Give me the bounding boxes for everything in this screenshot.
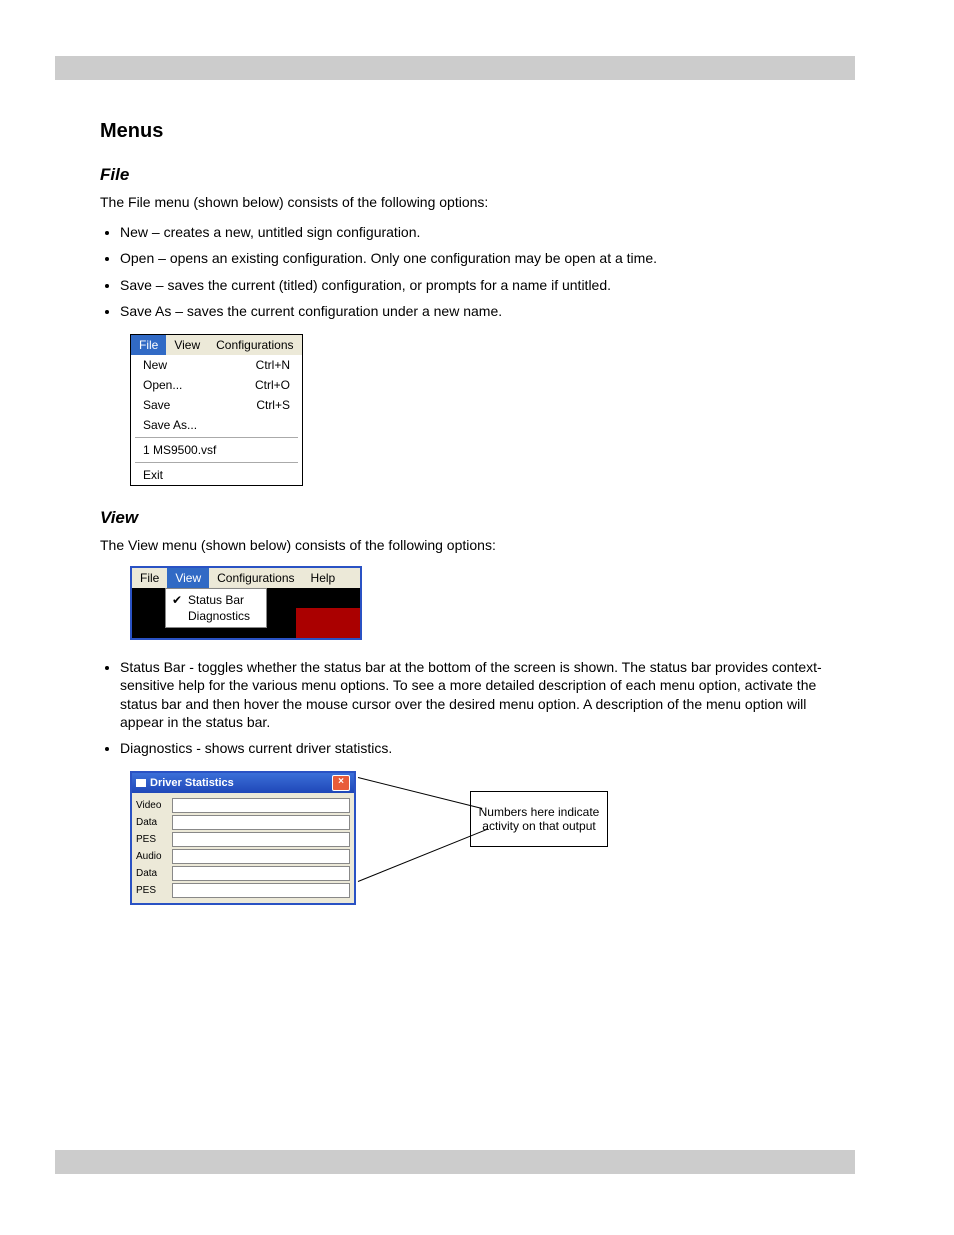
driver-stats-figure: Driver Statistics × Video Data PES <box>130 771 650 921</box>
driver-stats-title: Driver Statistics <box>150 777 234 789</box>
driver-label-audio: Audio <box>136 851 172 862</box>
logo-fragment <box>296 608 360 638</box>
view-menu-bar-file[interactable]: File <box>132 568 167 588</box>
file-item-recent[interactable]: 1 MS9500.vsf <box>131 440 302 460</box>
driver-field-data1 <box>172 815 350 830</box>
file-item-recent-label: 1 MS9500.vsf <box>143 443 216 457</box>
file-item-exit[interactable]: Exit <box>131 465 302 485</box>
view-item-diagnostics[interactable]: Diagnostics <box>166 608 266 624</box>
file-bullet-saveas: Save As – saves the current configuratio… <box>120 302 840 320</box>
subheading-file: File <box>100 165 840 185</box>
callout-line-2 <box>358 829 488 882</box>
file-menu-separator-2 <box>135 462 298 463</box>
file-bullet-list: New – creates a new, untitled sign confi… <box>120 223 840 320</box>
driver-label-pes2: PES <box>136 885 172 896</box>
check-icon: ✔ <box>172 593 182 607</box>
driver-row-video: Video <box>136 798 350 813</box>
footer-bar <box>55 1150 855 1174</box>
driver-stats-dialog: Driver Statistics × Video Data PES <box>130 771 356 905</box>
file-item-new-accel: Ctrl+N <box>256 358 290 372</box>
file-item-exit-label: Exit <box>143 468 163 482</box>
driver-field-data2 <box>172 866 350 881</box>
driver-label-data1: Data <box>136 817 172 828</box>
driver-field-pes1 <box>172 832 350 847</box>
view-item-statusbar-label: Status Bar <box>188 593 244 607</box>
file-item-open-label: Open... <box>143 378 182 392</box>
view-dropdown: ✔ Status Bar Diagnostics <box>165 588 267 628</box>
callout-line-1 <box>358 777 482 809</box>
view-item-diagnostics-label: Diagnostics <box>188 609 250 623</box>
file-menu-bar: File View Configurations <box>131 335 302 355</box>
file-menu-screenshot: File View Configurations New Ctrl+N Open… <box>130 334 303 486</box>
driver-field-video <box>172 798 350 813</box>
driver-field-pes2 <box>172 883 350 898</box>
file-menu-description: The File menu (shown below) consists of … <box>100 193 840 211</box>
driver-row-data1: Data <box>136 815 350 830</box>
file-menu-bar-config[interactable]: Configurations <box>208 335 301 355</box>
file-item-new[interactable]: New Ctrl+N <box>131 355 302 375</box>
file-item-save-accel: Ctrl+S <box>256 398 290 412</box>
section-heading-menus: Menus <box>100 120 840 143</box>
view-menu-screenshot: File View Configurations Help ✔ Status B… <box>130 566 362 640</box>
file-item-save-label: Save <box>143 398 170 412</box>
file-menu-bar-view[interactable]: View <box>166 335 208 355</box>
view-menu-description: The View menu (shown below) consists of … <box>100 536 840 554</box>
view-bullet-diagnostics: Diagnostics - shows current driver stati… <box>120 739 840 757</box>
view-menu-bar-help[interactable]: Help <box>303 568 344 588</box>
close-icon[interactable]: × <box>332 775 350 791</box>
view-menu-bar: File View Configurations Help <box>132 568 360 588</box>
file-bullet-save: Save – saves the current (titled) config… <box>120 276 840 294</box>
content-area: Menus File The File menu (shown below) c… <box>100 120 840 921</box>
view-item-statusbar[interactable]: ✔ Status Bar <box>166 592 266 608</box>
file-bullet-open: Open – opens an existing configuration. … <box>120 249 840 267</box>
header-bar <box>55 56 855 80</box>
window-icon <box>136 779 146 787</box>
view-menu-bar-config[interactable]: Configurations <box>209 568 302 588</box>
file-dropdown: New Ctrl+N Open... Ctrl+O Save Ctrl+S Sa… <box>131 355 302 485</box>
view-bullet-statusbar: Status Bar - toggles whether the status … <box>120 658 840 731</box>
driver-row-pes2: PES <box>136 883 350 898</box>
file-item-open-accel: Ctrl+O <box>255 378 290 392</box>
driver-row-audio: Audio <box>136 849 350 864</box>
driver-label-data2: Data <box>136 868 172 879</box>
callout-note: Numbers here indicate activity on that o… <box>470 791 608 847</box>
driver-field-audio <box>172 849 350 864</box>
driver-row-data2: Data <box>136 866 350 881</box>
file-bullet-new: New – creates a new, untitled sign confi… <box>120 223 840 241</box>
subheading-view: View <box>100 508 840 528</box>
view-bullet-list: Status Bar - toggles whether the status … <box>120 658 840 757</box>
driver-stats-titlebar: Driver Statistics × <box>132 773 354 793</box>
driver-label-video: Video <box>136 800 172 811</box>
file-item-new-label: New <box>143 358 167 372</box>
file-item-saveas-label: Save As... <box>143 418 197 432</box>
file-menu-bar-file[interactable]: File <box>131 335 166 355</box>
file-item-saveas[interactable]: Save As... <box>131 415 302 435</box>
file-item-open[interactable]: Open... Ctrl+O <box>131 375 302 395</box>
file-menu-separator-1 <box>135 437 298 438</box>
driver-stats-body: Video Data PES Audio <box>132 793 354 903</box>
view-menu-bar-view[interactable]: View <box>167 568 209 588</box>
file-item-save[interactable]: Save Ctrl+S <box>131 395 302 415</box>
driver-row-pes1: PES <box>136 832 350 847</box>
driver-label-pes1: PES <box>136 834 172 845</box>
